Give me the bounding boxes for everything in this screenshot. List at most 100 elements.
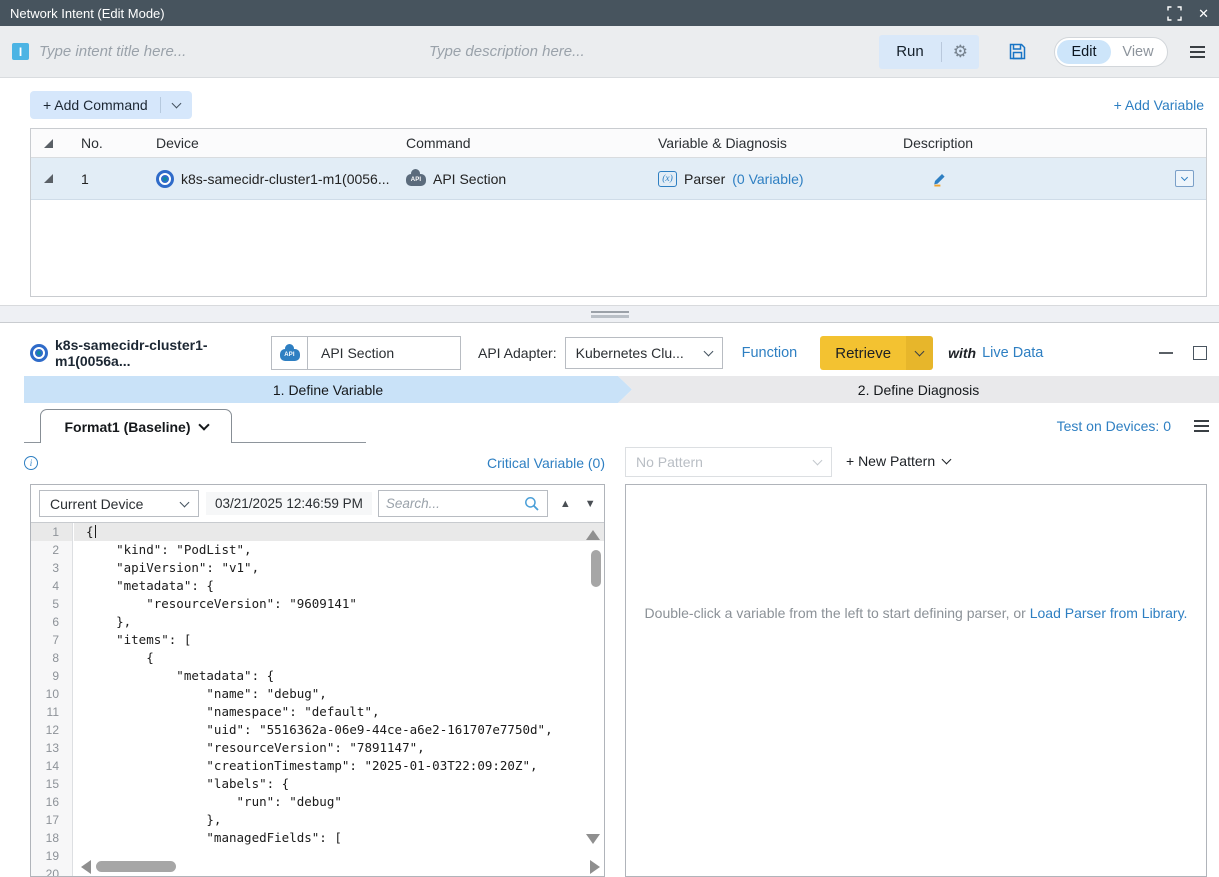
chevron-down-icon [198,419,209,430]
parser-definition-panel: Double-click a variable from the left to… [625,484,1207,877]
line-number: 20 [31,865,72,876]
intent-description-input[interactable] [429,43,879,60]
code-line[interactable]: "resourceVersion": "9609141" [74,595,604,613]
line-number: 14 [31,757,72,775]
column-no: No. [81,135,156,151]
find-previous-button[interactable]: ▲ [560,498,571,510]
parser-link[interactable]: Parser [684,171,725,187]
parser-variable-icon: (x) [658,171,677,187]
edit-description-icon[interactable] [931,170,948,187]
search-input[interactable] [386,496,524,511]
intent-title-input[interactable] [39,43,369,60]
add-variable-link[interactable]: + Add Variable [1114,97,1204,113]
save-button[interactable] [1007,41,1028,62]
scroll-down-arrow[interactable] [586,834,600,844]
new-pattern-button[interactable]: + New Pattern [846,453,950,469]
chevron-down-icon [942,455,952,465]
run-settings-gear-icon[interactable]: ⚙ [942,35,979,69]
panel-splitter-handle[interactable] [0,305,1219,322]
add-command-dropdown[interactable] [161,103,192,107]
code-line[interactable]: "items": [ [74,631,604,649]
table-row[interactable]: 1 k8s-samecidr-cluster1-m1(0056... API A… [31,158,1206,200]
row-collapse-icon[interactable] [44,174,53,183]
view-mode-button[interactable]: View [1111,40,1165,64]
search-box [378,490,548,517]
code-line[interactable]: "name": "debug", [74,685,604,703]
command-type-box[interactable]: API API Section [271,336,461,370]
code-line[interactable]: "managedFields": [ [74,829,604,847]
pattern-select[interactable]: No Pattern [625,447,832,477]
row-number: 1 [81,171,156,187]
tab-define-diagnosis[interactable]: 2. Define Diagnosis [618,376,1219,403]
code-line[interactable]: "labels": { [74,775,604,793]
scroll-left-arrow[interactable] [81,860,91,874]
code-line[interactable]: "namespace": "default", [74,703,604,721]
code-line[interactable]: "apiVersion": "v1", [74,559,604,577]
command-type-value: API Section [308,345,394,361]
line-number: 11 [31,703,72,721]
scroll-up-arrow[interactable] [586,530,600,540]
detail-header: k8s-samecidr-cluster1-m1(0056a... API AP… [30,333,1207,373]
critical-variable-link[interactable]: Critical Variable (0) [30,455,605,471]
code-editor[interactable]: 1234567891011121314151617181920 { "kind"… [31,523,604,876]
row-device-name: k8s-samecidr-cluster1-m1(0056... [181,171,390,187]
add-command-button[interactable]: + Add Command [30,91,192,119]
line-number: 6 [31,613,72,631]
minimize-panel-icon[interactable] [1159,352,1173,354]
code-line[interactable]: { [74,649,604,667]
code-line[interactable]: "creationTimestamp": "2025-01-03T22:09:2… [74,757,604,775]
row-dropdown-button[interactable] [1175,170,1194,187]
api-adapter-label: API Adapter: [478,345,557,361]
menu-icon[interactable] [1190,46,1205,58]
function-link[interactable]: Function [742,345,798,361]
line-number: 15 [31,775,72,793]
load-parser-from-library-link[interactable]: Load Parser from Library. [1030,605,1188,621]
scroll-right-arrow[interactable] [590,860,600,874]
test-on-devices-link[interactable]: Test on Devices: 0 [1057,418,1171,434]
code-line[interactable]: "resourceVersion": "7891147", [74,739,604,757]
editor-toolbar: Current Device 03/21/2025 12:46:59 PM ▲ … [31,485,604,523]
code-line[interactable]: "kind": "PodList", [74,541,604,559]
intent-icon: I [12,43,29,60]
close-icon[interactable]: ✕ [1198,7,1209,20]
code-line[interactable]: "metadata": { [74,667,604,685]
retrieve-button[interactable]: Retrieve [820,336,906,370]
line-number: 13 [31,739,72,757]
code-line[interactable]: "uid": "5516362a-06e9-44ce-a6e2-161707e7… [74,721,604,739]
device-icon [156,170,174,188]
with-label: with [948,345,976,361]
chevron-down-icon [813,456,823,466]
code-line[interactable]: }, [74,811,604,829]
horizontal-scrollbar-thumb[interactable] [96,861,176,872]
run-button[interactable]: Run [879,35,941,69]
vertical-scrollbar-thumb[interactable] [591,550,601,587]
edit-mode-button[interactable]: Edit [1057,40,1111,64]
window-title: Network Intent (Edit Mode) [10,6,1167,21]
line-number: 3 [31,559,72,577]
search-icon[interactable] [524,496,540,512]
live-data-link[interactable]: Live Data [982,345,1043,361]
format-menu-icon[interactable] [1194,420,1209,432]
edit-view-toggle: Edit View [1054,37,1168,67]
find-next-button[interactable]: ▼ [585,498,596,510]
api-adapter-select[interactable]: Kubernetes Clu... [565,337,723,369]
code-line[interactable]: "metadata": { [74,577,604,595]
horizontal-scrollbar [74,859,602,873]
code-line[interactable]: "run": "debug" [74,793,604,811]
step-tabs: 1. Define Variable 2. Define Diagnosis [0,376,1219,403]
line-number: 8 [31,649,72,667]
fullscreen-icon[interactable] [1167,6,1182,21]
retrieve-dropdown[interactable] [906,336,933,370]
format-tab[interactable]: Format1 (Baseline) [40,409,232,443]
commands-section: + Add Command + Add Variable No. Device … [0,78,1219,305]
code-line[interactable]: { [74,523,604,541]
maximize-panel-icon[interactable] [1193,346,1207,360]
device-scope-select[interactable]: Current Device [39,490,199,517]
run-button-group: Run ⚙ [879,35,979,69]
collapse-all-icon[interactable] [44,139,53,148]
code-line[interactable]: }, [74,613,604,631]
detail-device-name: k8s-samecidr-cluster1-m1(0056a... [55,337,267,369]
tab-define-variable[interactable]: 1. Define Variable [24,376,632,403]
line-number: 17 [31,811,72,829]
parser-variable-count[interactable]: (0 Variable) [732,171,803,187]
